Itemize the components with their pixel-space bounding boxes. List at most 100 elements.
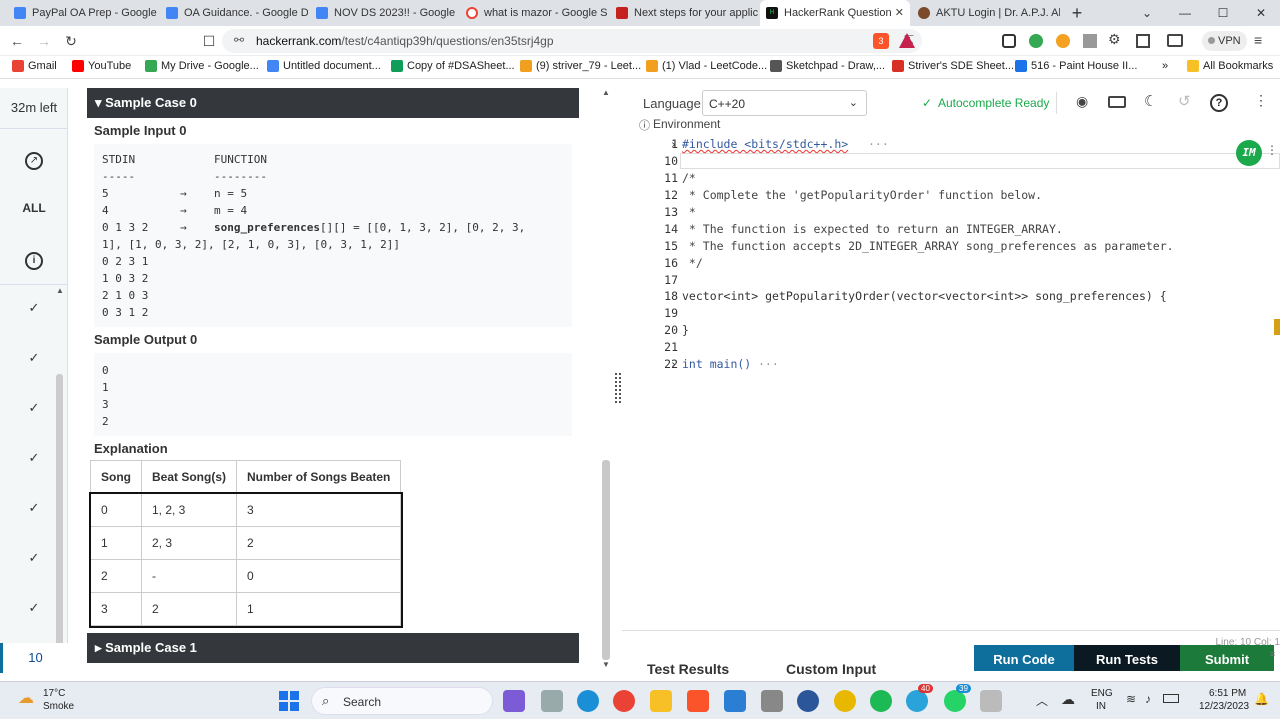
- notification-bell-icon[interactable]: 🔔: [1254, 692, 1269, 706]
- edge-icon[interactable]: [577, 690, 599, 712]
- weather-temp[interactable]: 17°C: [43, 688, 65, 699]
- spotify-icon[interactable]: [870, 690, 892, 712]
- drag-handle-icon[interactable]: ⋮⋮: [1266, 143, 1280, 157]
- copilot-icon[interactable]: [503, 690, 525, 712]
- new-tab-button[interactable]: +: [1058, 0, 1096, 26]
- bookmark-gmail[interactable]: Gmail: [12, 60, 57, 72]
- task-view-icon[interactable]: [541, 690, 563, 712]
- sidebar-icon[interactable]: [1136, 34, 1150, 48]
- extension-icon[interactable]: [1083, 34, 1097, 48]
- onedrive-icon[interactable]: ☁: [1061, 691, 1075, 708]
- fold-expand-icon[interactable]: ›: [670, 137, 677, 151]
- back-icon[interactable]: ←: [8, 32, 26, 50]
- language-select[interactable]: C++20 ⌄: [702, 90, 867, 116]
- run-tests-button[interactable]: Run Tests: [1074, 645, 1180, 671]
- info-icon[interactable]: i: [22, 246, 46, 270]
- bookmark-leetcode[interactable]: (9) striver_79 - Leet...: [520, 60, 641, 72]
- folded-ellipsis[interactable]: ···: [868, 137, 889, 151]
- question-done-check[interactable]: ✓: [24, 400, 44, 416]
- problem-scrollbar[interactable]: ▲ ▼: [600, 88, 612, 670]
- bookmark-leetcode[interactable]: (1) Vlad - LeetCode...: [646, 60, 767, 72]
- site-info-icon[interactable]: ⚯: [234, 33, 244, 47]
- volume-icon[interactable]: ♪: [1145, 692, 1151, 706]
- scroll-up-icon[interactable]: ▲: [602, 88, 610, 97]
- navigator-scrollbar[interactable]: [54, 288, 64, 670]
- browser-tab[interactable]: AKTU Login | Dr. A.P.J. Abd: [912, 0, 1060, 26]
- telegram-icon[interactable]: 40: [906, 684, 933, 712]
- avatar[interactable]: IM: [1236, 140, 1262, 166]
- vscode-icon[interactable]: [724, 690, 746, 712]
- question-done-check[interactable]: ✓: [24, 350, 44, 366]
- environment-link[interactable]: Environment: [653, 117, 720, 131]
- menu-icon[interactable]: ≡: [1254, 32, 1262, 48]
- whatsapp-icon[interactable]: 39: [944, 684, 971, 712]
- chevron-up-icon[interactable]: ︿: [1036, 692, 1048, 709]
- autocomplete-status[interactable]: Autocomplete Ready: [938, 96, 1049, 110]
- browser-tab[interactable]: OA Guidance. - Google Doc: [160, 0, 308, 26]
- minimize-button[interactable]: —: [1166, 0, 1204, 26]
- bookmark-sketchpad[interactable]: Sketchpad - Draw,...: [770, 60, 885, 72]
- wallet-icon[interactable]: [1167, 34, 1183, 47]
- brave-icon[interactable]: [687, 690, 709, 712]
- bookmark-icon[interactable]: ☐: [200, 32, 218, 50]
- current-question-number[interactable]: 10: [0, 643, 68, 673]
- maximize-button[interactable]: ☐: [1204, 0, 1242, 26]
- resize-grip-icon[interactable]: ≡: [1270, 649, 1275, 659]
- clock-date[interactable]: 12/23/2023: [1199, 701, 1249, 712]
- word-icon[interactable]: [797, 690, 819, 712]
- scroll-down-icon[interactable]: ▼: [602, 660, 610, 669]
- test-results-tab[interactable]: Test Results: [647, 661, 729, 677]
- scroll-thumb[interactable]: [56, 374, 63, 659]
- bookmark-doc[interactable]: Untitled document...: [267, 60, 381, 72]
- weather-icon[interactable]: ☁: [18, 688, 34, 708]
- keyboard-icon[interactable]: [1108, 96, 1126, 108]
- brave-rewards-icon[interactable]: [899, 33, 915, 48]
- folded-ellipsis[interactable]: ···: [758, 357, 779, 371]
- clock-time[interactable]: 6:51 PM: [1209, 688, 1246, 699]
- browser-tab-active[interactable]: H HackerRank Question ✕: [760, 0, 910, 26]
- question-done-check[interactable]: ✓: [24, 550, 44, 566]
- compass-icon[interactable]: ↗: [22, 146, 46, 170]
- eye-icon[interactable]: ◉: [1076, 93, 1088, 110]
- history-icon[interactable]: ↺: [1178, 92, 1191, 110]
- drag-handle-icon[interactable]: [615, 373, 621, 403]
- file-explorer-icon[interactable]: [650, 690, 672, 712]
- bookmarks-overflow[interactable]: »: [1162, 60, 1168, 72]
- submit-button[interactable]: Submit: [1180, 645, 1274, 671]
- vpn-button[interactable]: VPN: [1202, 31, 1247, 51]
- app-icon[interactable]: [834, 690, 856, 712]
- question-done-check[interactable]: ✓: [24, 450, 44, 466]
- question-done-check[interactable]: ✓: [24, 300, 44, 316]
- code-editor[interactable]: 1 › #include <bits/stdc++.h> ··· 10 11 /…: [622, 134, 1280, 664]
- extension-icon[interactable]: [1002, 34, 1016, 48]
- extension-icon[interactable]: [1029, 34, 1043, 48]
- chrome-icon[interactable]: [613, 690, 635, 712]
- url-field[interactable]: ⚯ hackerrank.com/test/c4antiqp39h/questi…: [222, 29, 922, 53]
- language-indicator[interactable]: ENG: [1091, 688, 1113, 699]
- question-done-check[interactable]: ✓: [24, 600, 44, 616]
- browser-tab[interactable]: Next steps for your applica: [610, 0, 758, 26]
- help-icon[interactable]: ?: [1210, 94, 1228, 112]
- bookmark-paint-house[interactable]: 516 - Paint House II...: [1015, 60, 1137, 72]
- more-options-icon[interactable]: ⋮: [1254, 92, 1268, 109]
- sample-case-1-header[interactable]: ▸ Sample Case 1: [87, 633, 579, 663]
- windows-start-icon[interactable]: [279, 691, 299, 711]
- sample-case-0-header[interactable]: ▾ Sample Case 0: [87, 88, 579, 118]
- scroll-thumb[interactable]: [602, 460, 610, 660]
- wifi-icon[interactable]: ≋: [1126, 692, 1136, 706]
- question-done-check[interactable]: ✓: [24, 500, 44, 516]
- bookmark-striver[interactable]: Striver's SDE Sheet...: [892, 60, 1014, 72]
- browser-tab[interactable]: what is mazor - Google Sea: [460, 0, 608, 26]
- bookmark-sheet[interactable]: Copy of #DSASheet...: [391, 60, 515, 72]
- battery-icon[interactable]: [1163, 694, 1179, 703]
- extension-icon[interactable]: [1056, 34, 1070, 48]
- close-tab-icon[interactable]: ✕: [895, 6, 904, 19]
- moon-icon[interactable]: ☾: [1144, 92, 1157, 110]
- close-window-button[interactable]: ✕: [1242, 0, 1280, 26]
- app-icon[interactable]: [761, 690, 783, 712]
- browser-tab[interactable]: NOV DS 2023!! - Google D: [310, 0, 458, 26]
- all-questions-button[interactable]: ALL: [14, 196, 54, 220]
- bookmark-drive[interactable]: My Drive - Google...: [145, 60, 259, 72]
- run-code-button[interactable]: Run Code: [974, 645, 1074, 671]
- puzzle-icon[interactable]: ⚙: [1108, 31, 1121, 48]
